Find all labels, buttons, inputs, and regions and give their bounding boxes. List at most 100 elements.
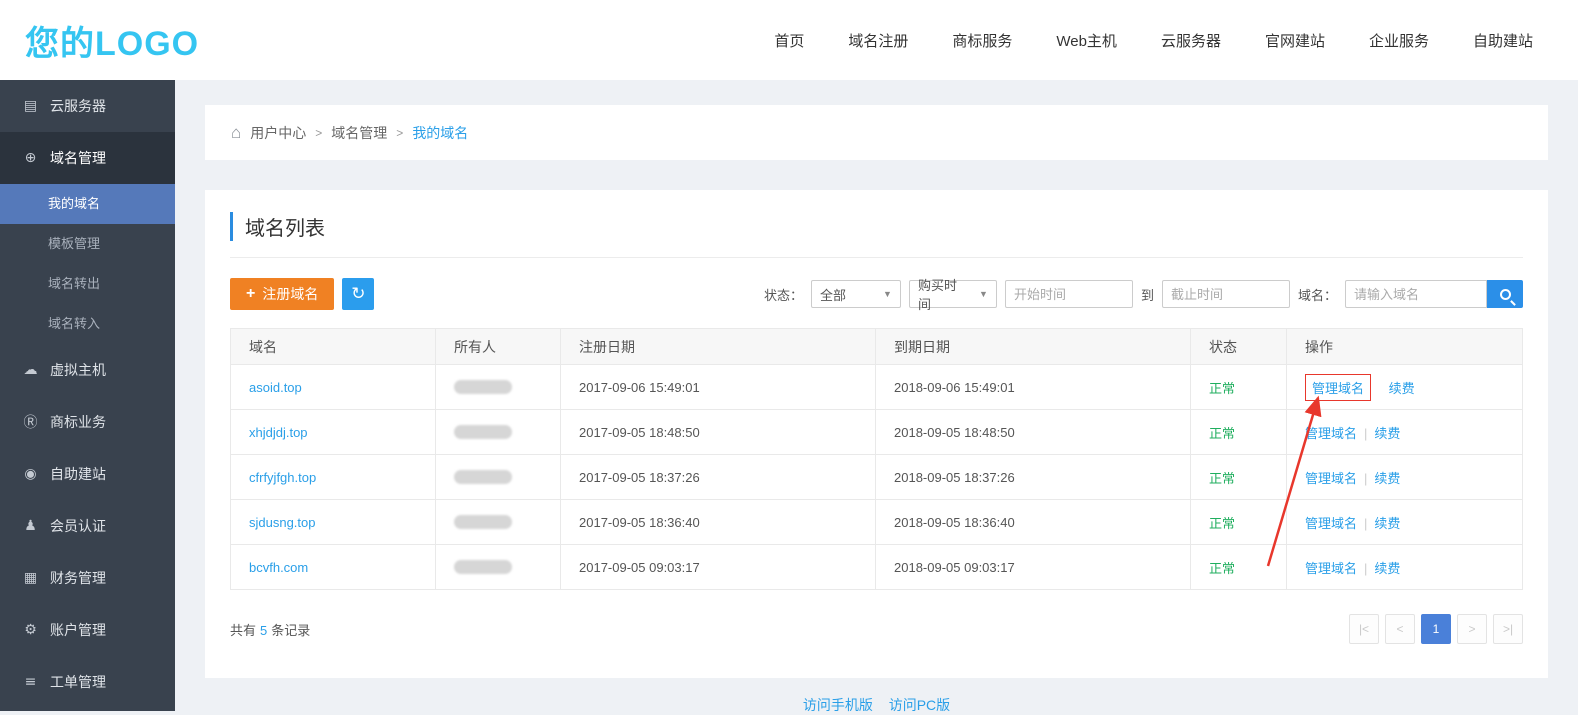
nav-item-website-building[interactable]: 官网建站	[1265, 30, 1325, 51]
pagination-page-1[interactable]: 1	[1421, 614, 1451, 644]
nav-item-domain-register[interactable]: 域名注册	[848, 30, 908, 51]
status-badge: 正常	[1209, 471, 1235, 486]
sidebar-item-label: 账户管理	[50, 620, 106, 640]
sidebar-item-account-management[interactable]: ⚙ 账户管理	[0, 604, 175, 656]
sidebar-item-virtual-host[interactable]: ☁ 虚拟主机	[0, 344, 175, 396]
domain-link[interactable]: cfrfyjfgh.top	[249, 470, 316, 485]
status-filter-label: 状态：	[764, 285, 803, 304]
expire-date: 2018-09-06 15:49:01	[876, 365, 1191, 410]
globe-icon: ⊕	[22, 150, 39, 166]
renew-link[interactable]: 续费	[1374, 516, 1400, 531]
manage-domain-link[interactable]: 管理域名	[1305, 516, 1357, 531]
sidebar-item-domain-management[interactable]: ⊕ 域名管理	[0, 132, 175, 184]
domain-link[interactable]: sjdusng.top	[249, 515, 316, 530]
renew-link[interactable]: 续费	[1374, 471, 1400, 486]
sidebar-item-trademark-business[interactable]: Ⓡ 商标业务	[0, 396, 175, 448]
sidebar-item-label: 商标业务	[50, 412, 106, 432]
action-separator	[1378, 381, 1382, 396]
time-type-select-value: 购买时间	[918, 275, 969, 313]
pagination-prev-button[interactable]: <	[1385, 614, 1415, 644]
sidebar-item-label: 财务管理	[50, 568, 106, 588]
chevron-down-icon: ▼	[883, 289, 892, 299]
refresh-button[interactable]: ↻	[342, 278, 374, 310]
action-separator: |	[1364, 516, 1367, 531]
breadcrumb-my-domains[interactable]: 我的域名	[412, 123, 468, 143]
toolbar-left: + 注册域名 ↻	[230, 278, 374, 310]
plus-icon: +	[246, 285, 255, 303]
pagination-next-button[interactable]: >	[1457, 614, 1487, 644]
status-badge: 正常	[1209, 426, 1235, 441]
sidebar-item-cloud-server[interactable]: ▤ 云服务器	[0, 80, 175, 132]
domain-link[interactable]: xhjdjdj.top	[249, 425, 308, 440]
status-select[interactable]: 全部 ▼	[811, 280, 901, 308]
table-row: sjdusng.top 2017-09-05 18:36:40 2018-09-…	[231, 500, 1523, 545]
site-builder-icon: ◉	[22, 466, 39, 482]
summary-prefix: 共有	[230, 623, 256, 638]
page-title: 域名列表	[230, 212, 1523, 241]
header-register-date: 注册日期	[561, 329, 876, 365]
ticket-icon: ≡	[22, 674, 39, 690]
manage-domain-link[interactable]: 管理域名	[1305, 561, 1357, 576]
register-domain-button[interactable]: + 注册域名	[230, 278, 334, 310]
expire-date: 2018-09-05 18:48:50	[876, 410, 1191, 455]
search-icon	[1500, 289, 1511, 300]
header-status: 状态	[1191, 329, 1287, 365]
sidebar-item-label: 域名管理	[50, 148, 106, 168]
nav-item-cloud-server[interactable]: 云服务器	[1161, 30, 1221, 51]
renew-link[interactable]: 续费	[1374, 561, 1400, 576]
owner-redacted	[454, 425, 512, 439]
search-button[interactable]	[1487, 280, 1523, 308]
breadcrumb-separator: >	[315, 126, 322, 140]
header-domain: 域名	[231, 329, 436, 365]
manage-domain-link[interactable]: 管理域名	[1305, 426, 1357, 441]
sidebar-item-label: 会员认证	[50, 516, 106, 536]
domain-search-input[interactable]	[1345, 280, 1487, 308]
nav-item-web-hosting[interactable]: Web主机	[1056, 30, 1117, 51]
nav-item-enterprise-service[interactable]: 企业服务	[1369, 30, 1429, 51]
end-date-input[interactable]	[1162, 280, 1290, 308]
record-count: 5	[260, 623, 267, 638]
domain-link[interactable]: bcvfh.com	[249, 560, 308, 575]
header-owner: 所有人	[436, 329, 561, 365]
domain-link[interactable]: asoid.top	[249, 380, 302, 395]
panel-title-row: 域名列表	[230, 212, 1523, 258]
sidebar-item-member-auth[interactable]: ♟ 会员认证	[0, 500, 175, 552]
nav-item-home[interactable]: 首页	[774, 30, 804, 51]
sidebar-subitem-template-management[interactable]: 模板管理	[0, 224, 175, 264]
table-row: xhjdjdj.top 2017-09-05 18:48:50 2018-09-…	[231, 410, 1523, 455]
sidebar-item-label: 工单管理	[50, 672, 106, 692]
manage-domain-link[interactable]: 管理域名	[1305, 374, 1371, 401]
expire-date: 2018-09-05 18:37:26	[876, 455, 1191, 500]
status-badge: 正常	[1209, 516, 1235, 531]
sidebar-item-work-order[interactable]: ≡ 工单管理	[0, 656, 175, 708]
nav-item-trademark-service[interactable]: 商标服务	[952, 30, 1012, 51]
renew-link[interactable]: 续费	[1374, 426, 1400, 441]
register-date: 2017-09-05 18:36:40	[561, 500, 876, 545]
start-date-input[interactable]	[1005, 280, 1133, 308]
gear-icon: ⚙	[22, 622, 39, 638]
sidebar-subitem-domain-transfer-in[interactable]: 域名转入	[0, 304, 175, 344]
finance-icon: ▦	[22, 570, 39, 586]
sidebar-subitem-my-domains[interactable]: 我的域名	[0, 184, 175, 224]
breadcrumb-domain-management[interactable]: 域名管理	[331, 123, 387, 143]
header-actions: 操作	[1287, 329, 1523, 365]
register-date: 2017-09-05 09:03:17	[561, 545, 876, 590]
pagination-first-button[interactable]: |<	[1349, 614, 1379, 644]
sidebar-item-finance-management[interactable]: ▦ 财务管理	[0, 552, 175, 604]
expire-date: 2018-09-05 18:36:40	[876, 500, 1191, 545]
sidebar-item-site-builder[interactable]: ◉ 自助建站	[0, 448, 175, 500]
filter-bar: 状态： 全部 ▼ 购买时间 ▼ 到 域名：	[764, 280, 1523, 308]
renew-link[interactable]: 续费	[1389, 381, 1415, 396]
time-type-select[interactable]: 购买时间 ▼	[909, 280, 997, 308]
manage-domain-link[interactable]: 管理域名	[1305, 471, 1357, 486]
sidebar-subitem-domain-transfer-out[interactable]: 域名转出	[0, 264, 175, 304]
nav-item-self-service-site[interactable]: 自助建站	[1473, 30, 1533, 51]
sidebar-item-label: 虚拟主机	[50, 360, 106, 380]
pagination: |< < 1 > >|	[1349, 614, 1523, 644]
server-icon: ▤	[22, 98, 39, 114]
breadcrumb-user-center[interactable]: 用户中心	[250, 123, 306, 143]
action-separator: |	[1364, 561, 1367, 576]
pagination-last-button[interactable]: >|	[1493, 614, 1523, 644]
status-badge: 正常	[1209, 561, 1235, 576]
domain-search-group	[1345, 280, 1523, 308]
